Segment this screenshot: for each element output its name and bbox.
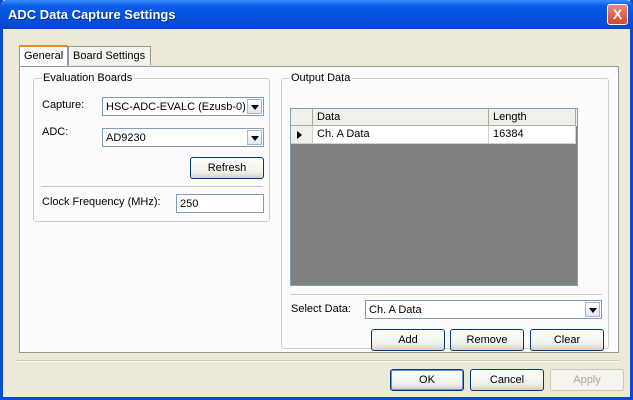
select-data-select[interactable]: Ch. A Data (365, 300, 602, 319)
chevron-down-icon[interactable] (247, 99, 262, 114)
output-data-legend: Output Data (289, 72, 353, 84)
select-data-label: Select Data: (291, 303, 351, 315)
close-button[interactable]: X (607, 4, 628, 25)
row-header-corner (291, 109, 313, 126)
close-icon: X (612, 6, 623, 22)
dialog-window: ADC Data Capture Settings X General Boar… (0, 0, 633, 400)
capture-value: HSC-ADC-EVALC (Ezusb-0) (106, 101, 246, 113)
evaluation-boards-group: Evaluation Boards Capture: HSC-ADC-EVALC… (33, 72, 270, 222)
clock-frequency-input[interactable]: 250 (176, 194, 264, 213)
row-selector[interactable] (291, 126, 313, 144)
chevron-down-icon[interactable] (247, 130, 262, 145)
clock-frequency-label: Clock Frequency (MHz): (42, 196, 161, 208)
adc-label: ADC: (42, 126, 69, 138)
capture-select[interactable]: HSC-ADC-EVALC (Ezusb-0) (102, 97, 264, 116)
tab-general[interactable]: General (19, 45, 68, 66)
general-tab-panel: Evaluation Boards Capture: HSC-ADC-EVALC… (19, 66, 619, 353)
footer-divider (16, 360, 619, 362)
add-button[interactable]: Add (371, 329, 445, 351)
cell-data[interactable]: Ch. A Data (313, 126, 489, 144)
capture-label: Capture: (42, 99, 85, 111)
title-bar[interactable]: ADC Data Capture Settings X (0, 0, 633, 29)
chevron-down-icon[interactable] (585, 302, 600, 317)
clear-button[interactable]: Clear (530, 329, 604, 351)
group-divider (41, 186, 263, 188)
column-header-length[interactable]: Length (489, 109, 576, 126)
output-divider (290, 294, 602, 296)
column-header-data[interactable]: Data (313, 109, 489, 126)
adc-value: AD9230 (106, 132, 146, 144)
cancel-button[interactable]: Cancel (470, 369, 544, 391)
grid-header: Data Length (291, 109, 577, 126)
adc-select[interactable]: AD9230 (102, 128, 264, 147)
window-title: ADC Data Capture Settings (8, 7, 176, 22)
tab-board-settings[interactable]: Board Settings (68, 46, 151, 65)
evaluation-boards-legend: Evaluation Boards (41, 72, 135, 84)
cell-length[interactable]: 16384 (489, 126, 576, 144)
ok-button[interactable]: OK (390, 369, 464, 391)
refresh-button[interactable]: Refresh (190, 157, 264, 179)
current-row-icon (297, 131, 302, 139)
remove-button[interactable]: Remove (450, 329, 524, 351)
output-data-group: Output Data Data Length Ch. A Data 16384… (281, 72, 609, 351)
select-data-value: Ch. A Data (369, 304, 422, 316)
apply-button[interactable]: Apply (550, 369, 624, 391)
output-data-grid[interactable]: Data Length Ch. A Data 16384 (290, 108, 578, 286)
